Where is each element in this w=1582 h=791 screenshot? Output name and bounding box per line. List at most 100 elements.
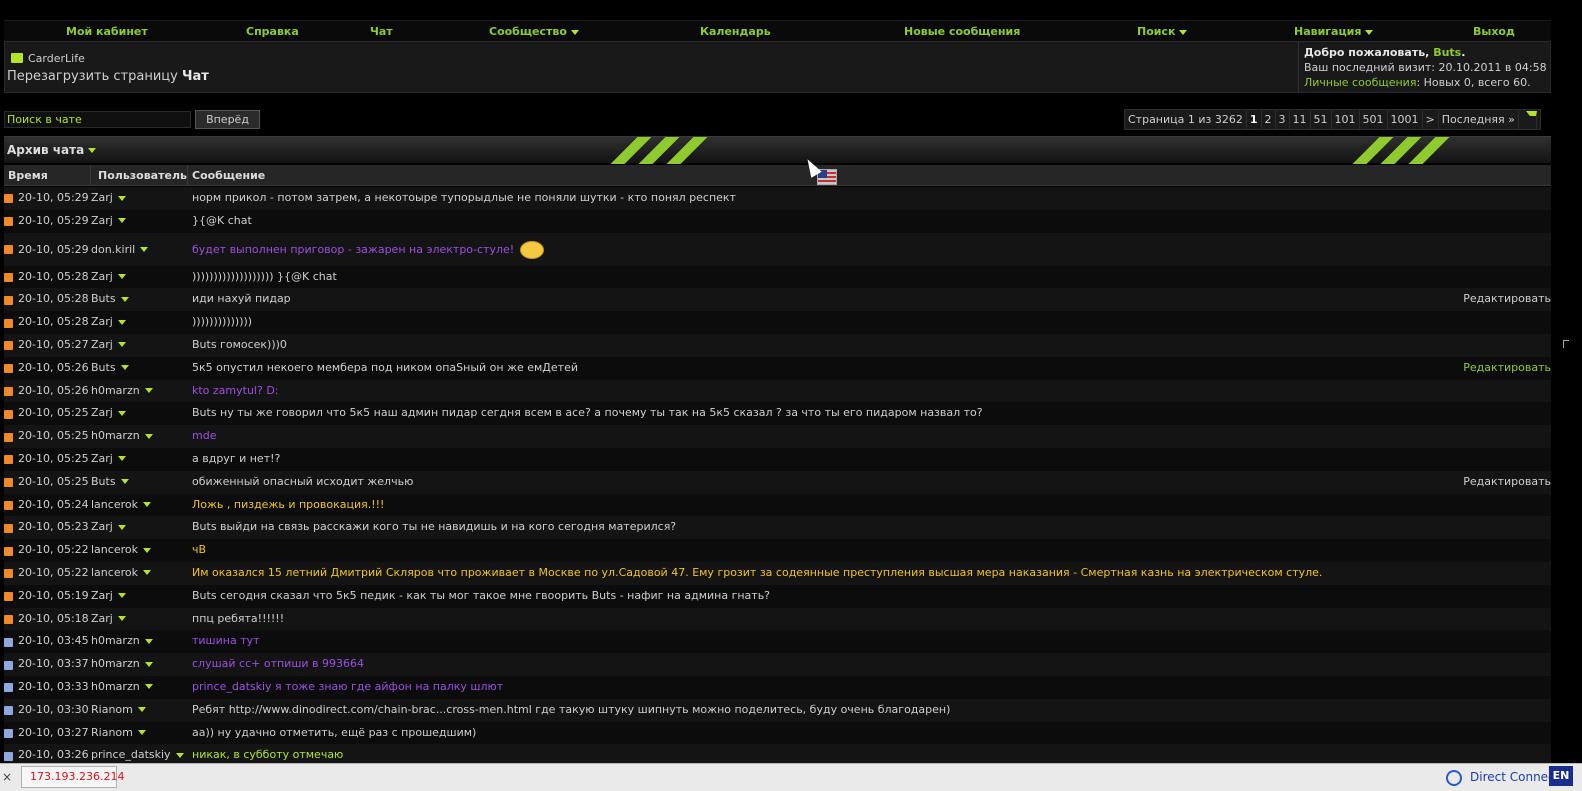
ip-address-tab[interactable]: 173.193.236.214 bbox=[21, 766, 124, 788]
chevron-down-icon[interactable] bbox=[137, 707, 146, 713]
top-navigation: Мой кабинет Справка Чат Сообщество Кален… bbox=[4, 20, 1551, 41]
page-link[interactable]: 501 bbox=[1360, 110, 1388, 129]
chevron-down-icon[interactable] bbox=[142, 502, 151, 508]
message-content: аа)) ну удачно отметить, ещё раз с проше… bbox=[192, 725, 477, 739]
edit-link[interactable]: Редактировать bbox=[1463, 471, 1551, 494]
username: Zarj bbox=[91, 269, 113, 283]
table-row: 20-10, 05:29 Zarj норм прикол - потом затр… bbox=[4, 187, 1551, 210]
message-content: слушай сс+ отпиши в 993664 bbox=[192, 657, 365, 671]
page-link[interactable]: 101 bbox=[1332, 110, 1360, 129]
chevron-down-icon[interactable] bbox=[117, 524, 126, 530]
message-user[interactable]: Zarj bbox=[91, 585, 126, 608]
chevron-down-icon[interactable] bbox=[117, 319, 126, 325]
page-link[interactable]: 3 bbox=[1276, 110, 1290, 129]
chevron-down-icon[interactable] bbox=[117, 195, 126, 201]
chevron-down-icon[interactable] bbox=[120, 365, 129, 371]
nav-help[interactable]: Справка bbox=[246, 21, 299, 42]
chevron-down-icon[interactable] bbox=[144, 638, 153, 644]
message-time: 20-10, 05:23 bbox=[18, 520, 89, 534]
chevron-down-icon[interactable] bbox=[117, 342, 126, 348]
chevron-down-icon[interactable] bbox=[144, 661, 153, 667]
chevron-down-icon[interactable] bbox=[142, 547, 151, 553]
username: Zarj bbox=[91, 588, 113, 602]
nav-logout[interactable]: Выход bbox=[1473, 21, 1515, 42]
message-user[interactable]: h0marzn bbox=[91, 653, 153, 676]
message-user[interactable]: Buts bbox=[91, 357, 129, 380]
message-user[interactable]: Zarj bbox=[91, 402, 126, 425]
chevron-down-icon[interactable] bbox=[120, 296, 129, 302]
nav-label: Сообщество bbox=[489, 25, 567, 38]
chevron-down-icon[interactable] bbox=[137, 730, 146, 736]
chevron-down-icon[interactable] bbox=[117, 218, 126, 224]
table-row: 20-10, 03:27 Rianom аа)) ну удачно отметит… bbox=[4, 721, 1551, 745]
chevron-down-icon[interactable] bbox=[117, 456, 126, 462]
username: don.kiril bbox=[91, 242, 136, 256]
nav-calendar[interactable]: Календарь bbox=[700, 21, 771, 42]
nav-community[interactable]: Сообщество bbox=[489, 21, 579, 42]
reload-link[interactable]: Перезагрузить страницу bbox=[7, 69, 178, 84]
username: Zarj bbox=[91, 315, 113, 329]
page-link[interactable]: 1 bbox=[1247, 110, 1262, 129]
nav-new-messages[interactable]: Новые сообщения bbox=[904, 21, 1020, 42]
chevron-down-icon[interactable] bbox=[117, 616, 126, 622]
chat-search-input[interactable] bbox=[4, 111, 191, 128]
language-indicator[interactable]: EN bbox=[1549, 766, 1573, 786]
message-user[interactable]: Zarj bbox=[91, 210, 126, 233]
chevron-down-icon[interactable] bbox=[144, 388, 153, 394]
chevron-down-icon[interactable] bbox=[117, 593, 126, 599]
message-user[interactable]: Zarj bbox=[91, 266, 126, 289]
column-message: Сообщение bbox=[187, 165, 265, 186]
message-user[interactable]: h0marzn bbox=[91, 630, 153, 653]
message-user[interactable]: don.kiril bbox=[91, 233, 149, 266]
message-user[interactable]: Zarj bbox=[91, 334, 126, 357]
message-user[interactable]: Zarj bbox=[91, 448, 126, 471]
page-link[interactable]: 51 bbox=[1311, 110, 1332, 129]
chevron-down-icon[interactable] bbox=[117, 274, 126, 280]
message-user[interactable]: h0marzn bbox=[91, 676, 153, 699]
message-user[interactable]: Buts bbox=[91, 471, 129, 494]
message-user[interactable]: Zarj bbox=[91, 516, 126, 539]
pager-menu[interactable] bbox=[1519, 110, 1540, 130]
message-user[interactable]: Buts bbox=[91, 288, 129, 311]
edit-link[interactable]: Редактировать bbox=[1463, 357, 1551, 380]
last-page-link[interactable]: Последняя » bbox=[1439, 110, 1519, 129]
direct-connect-status[interactable]: Direct Connec bbox=[1446, 767, 1555, 787]
nav-my-cabinet[interactable]: Мой кабинет bbox=[66, 21, 148, 42]
message-user[interactable]: h0marzn bbox=[91, 380, 153, 403]
chevron-down-icon[interactable] bbox=[120, 479, 129, 485]
username-link[interactable]: Buts bbox=[1433, 46, 1461, 59]
table-row: 20-10, 05:27 Zarj Buts гомосек)))0 bbox=[4, 333, 1551, 357]
search-go-button[interactable]: Вперёд bbox=[195, 110, 260, 129]
nav-chat[interactable]: Чат bbox=[370, 21, 393, 42]
message-user[interactable]: lancerok bbox=[91, 539, 151, 562]
chevron-down-icon[interactable] bbox=[140, 247, 149, 253]
page-link[interactable]: 2 bbox=[1262, 110, 1276, 129]
edit-link[interactable]: Редактировать bbox=[1463, 288, 1551, 311]
page-link[interactable]: 1001 bbox=[1388, 110, 1423, 129]
message-user[interactable]: h0marzn bbox=[91, 425, 153, 448]
message-user[interactable]: lancerok bbox=[91, 562, 151, 585]
message-user[interactable]: Rianom bbox=[91, 699, 146, 722]
message-user[interactable]: Rianom bbox=[91, 722, 146, 745]
status-bar: × 173.193.236.214 Direct Connec EN bbox=[0, 763, 1582, 791]
message-user[interactable]: Zarj bbox=[91, 311, 126, 334]
page-link[interactable]: 11 bbox=[1290, 110, 1311, 129]
stripe-decoration bbox=[604, 137, 708, 164]
breadcrumb[interactable]: CarderLife bbox=[11, 52, 85, 65]
nav-navigation[interactable]: Навигация bbox=[1294, 21, 1374, 42]
breadcrumb-site[interactable]: CarderLife bbox=[28, 52, 85, 65]
chevron-down-icon[interactable] bbox=[144, 433, 153, 439]
archive-title[interactable]: Архив чата bbox=[7, 143, 97, 157]
message-user[interactable]: Zarj bbox=[91, 187, 126, 210]
next-page-link[interactable]: > bbox=[1423, 110, 1439, 129]
message-user[interactable]: lancerok bbox=[91, 494, 151, 517]
message-user[interactable]: Zarj bbox=[91, 608, 126, 631]
nav-search[interactable]: Поиск bbox=[1137, 21, 1188, 42]
chevron-down-icon[interactable] bbox=[175, 752, 184, 758]
chevron-down-icon[interactable] bbox=[144, 684, 153, 690]
pm-link[interactable]: Личные сообщения bbox=[1304, 76, 1416, 89]
message-time: 20-10, 05:19 bbox=[18, 588, 89, 602]
close-icon[interactable]: × bbox=[2, 770, 12, 784]
chevron-down-icon[interactable] bbox=[142, 570, 151, 576]
chevron-down-icon[interactable] bbox=[117, 410, 126, 416]
